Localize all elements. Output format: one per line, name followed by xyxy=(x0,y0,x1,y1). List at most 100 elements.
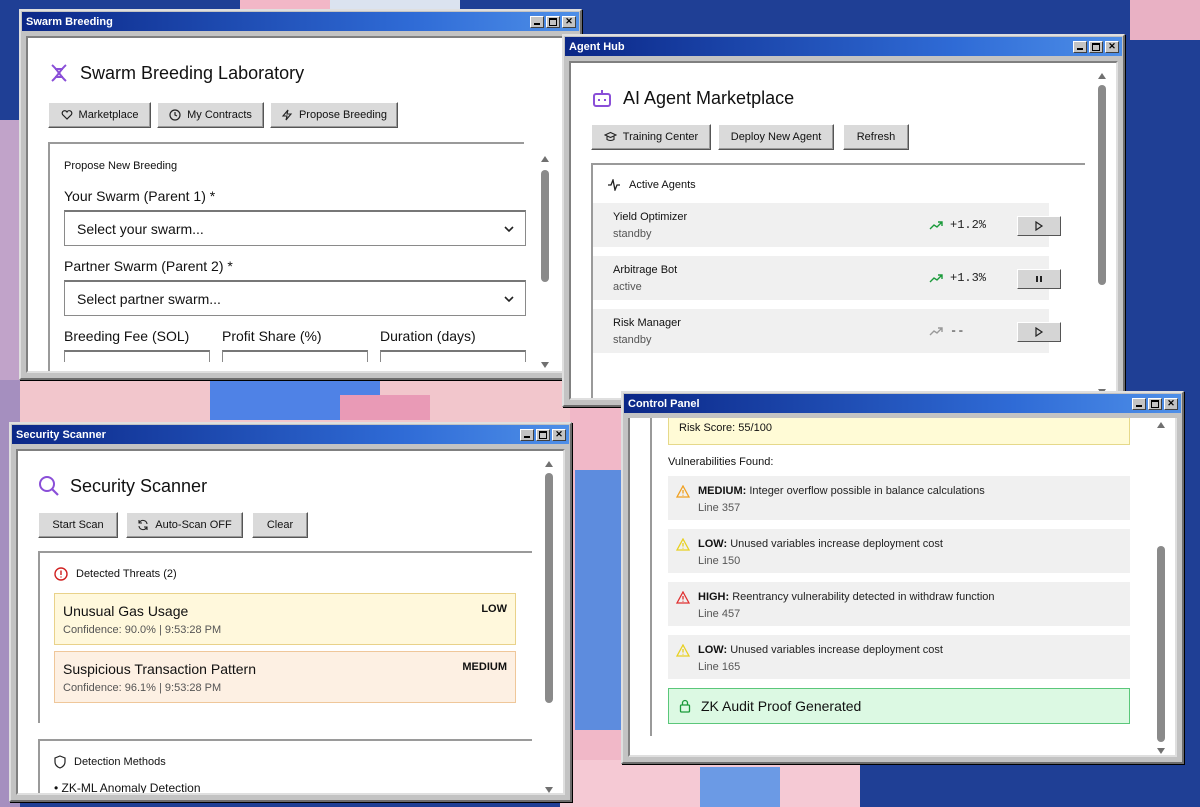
swarm-titlebar[interactable]: Swarm Breeding ✕ xyxy=(22,12,579,31)
maximize-button[interactable] xyxy=(546,15,560,28)
clear-label: Clear xyxy=(266,519,294,531)
desktop-bg-blue-3 xyxy=(700,767,780,807)
deploy-agent-button[interactable]: Deploy New Agent xyxy=(718,124,834,150)
close-button[interactable]: ✕ xyxy=(552,428,566,441)
scroll-up-icon[interactable] xyxy=(1098,73,1106,79)
threat-meta: Confidence: 90.0% | 9:53:28 PM xyxy=(63,624,222,636)
agent-performance: +1.2% xyxy=(929,218,986,232)
vuln-severity: HIGH: xyxy=(698,591,730,603)
security-scrollbar[interactable] xyxy=(541,457,557,793)
scroll-down-icon[interactable] xyxy=(541,362,549,368)
scroll-up-icon[interactable] xyxy=(541,156,549,162)
window-title: Security Scanner xyxy=(16,428,106,441)
swarm-breeding-window: Swarm Breeding ✕ Swarm Breeding Laborato… xyxy=(19,9,582,380)
parent2-select[interactable]: Select partner swarm... xyxy=(64,280,526,316)
vuln-line: Line 357 xyxy=(698,502,741,514)
pause-icon xyxy=(1036,276,1042,282)
robot-icon xyxy=(593,90,611,107)
scroll-thumb[interactable] xyxy=(545,473,553,703)
maximize-button[interactable] xyxy=(1089,40,1103,53)
close-button[interactable]: ✕ xyxy=(1105,40,1119,53)
start-scan-button[interactable]: Start Scan xyxy=(38,512,118,538)
play-button[interactable] xyxy=(1017,216,1061,236)
scroll-thumb[interactable] xyxy=(1098,85,1106,285)
trending-up-icon xyxy=(929,274,943,283)
agent-client: AI Agent Marketplace Training Center Dep… xyxy=(569,61,1118,400)
marketplace-button[interactable]: Marketplace xyxy=(48,102,151,128)
zk-proof-label: ZK Audit Proof Generated xyxy=(701,698,862,714)
agent-status: standby xyxy=(613,228,652,240)
auto-scan-button[interactable]: Auto-Scan OFF xyxy=(126,512,243,538)
pause-button[interactable] xyxy=(1017,269,1061,289)
scroll-up-icon[interactable] xyxy=(545,461,553,467)
vuln-description: Reentrancy vulnerability detected in wit… xyxy=(732,591,995,603)
alert-circle-icon xyxy=(54,567,68,581)
clear-button[interactable]: Clear xyxy=(252,512,308,538)
vuln-description: Integer overflow possible in balance cal… xyxy=(749,485,985,497)
start-scan-label: Start Scan xyxy=(52,519,104,531)
agent-status: active xyxy=(613,281,642,293)
app-header: Security Scanner xyxy=(38,475,207,497)
warning-icon xyxy=(676,538,690,551)
desktop-bg-blue-2 xyxy=(575,470,625,730)
risk-score: Risk Score: 55/100 xyxy=(679,422,772,434)
parent2-label: Partner Swarm (Parent 2) * xyxy=(64,258,233,274)
propose-breeding-label: Propose Breeding xyxy=(298,109,388,121)
play-button[interactable] xyxy=(1017,322,1061,342)
vuln-item[interactable]: LOW: Unused variables increase deploymen… xyxy=(668,529,1130,573)
swarm-scrollbar[interactable] xyxy=(537,152,553,371)
profit-share-input[interactable] xyxy=(222,350,368,362)
refresh-icon xyxy=(138,519,148,531)
breeding-fee-input[interactable] xyxy=(64,350,210,362)
deploy-agent-label: Deploy New Agent xyxy=(730,131,822,143)
parent1-select[interactable]: Select your swarm... xyxy=(64,210,526,246)
scroll-thumb[interactable] xyxy=(541,170,549,282)
my-contracts-button[interactable]: My Contracts xyxy=(157,102,264,128)
control-titlebar[interactable]: Control Panel ✕ xyxy=(624,394,1181,413)
threat-card[interactable]: Unusual Gas Usage Confidence: 90.0% | 9:… xyxy=(54,593,516,645)
vuln-item[interactable]: MEDIUM: Integer overflow possible in bal… xyxy=(668,476,1130,520)
vuln-item[interactable]: HIGH: Reentrancy vulnerability detected … xyxy=(668,582,1130,626)
window-title: Swarm Breeding xyxy=(26,15,113,28)
agent-titlebar[interactable]: Agent Hub ✕ xyxy=(565,37,1122,56)
risk-score-box: Risk Score: 55/100 xyxy=(668,418,1130,445)
close-button[interactable]: ✕ xyxy=(562,15,576,28)
threats-label: Detected Threats (2) xyxy=(76,568,177,580)
threat-meta: Confidence: 96.1% | 9:53:28 PM xyxy=(63,682,222,694)
propose-breeding-button[interactable]: Propose Breeding xyxy=(270,102,398,128)
lightning-icon xyxy=(281,109,293,121)
threat-name: Unusual Gas Usage xyxy=(63,603,189,619)
maximize-button[interactable] xyxy=(536,428,550,441)
agent-row: Risk Manager standby -- xyxy=(593,309,1061,353)
refresh-label: Refresh xyxy=(856,131,896,143)
close-button[interactable]: ✕ xyxy=(1164,397,1178,410)
shield-icon xyxy=(54,755,66,769)
control-scrollbar[interactable] xyxy=(1153,418,1169,755)
vuln-description: Unused variables increase deployment cos… xyxy=(730,538,943,550)
swarm-client: Swarm Breeding Laboratory Marketplace My… xyxy=(26,36,575,373)
scroll-down-icon[interactable] xyxy=(545,787,553,793)
maximize-button[interactable] xyxy=(1148,397,1162,410)
scroll-thumb[interactable] xyxy=(1157,546,1165,742)
vuln-description: Unused variables increase deployment cos… xyxy=(730,644,943,656)
minimize-button[interactable] xyxy=(520,428,534,441)
threats-title: Detected Threats (2) xyxy=(54,567,177,581)
threat-severity: MEDIUM xyxy=(462,661,507,673)
control-client: Risk Score: 55/100 Vulnerabilities Found… xyxy=(628,418,1177,757)
training-center-button[interactable]: Training Center xyxy=(591,124,711,150)
refresh-button[interactable]: Refresh xyxy=(843,124,909,150)
scroll-down-icon[interactable] xyxy=(1157,748,1165,754)
vuln-item[interactable]: LOW: Unused variables increase deploymen… xyxy=(668,635,1130,679)
page-title: AI Agent Marketplace xyxy=(623,87,795,108)
window-title: Agent Hub xyxy=(569,40,625,53)
agent-scrollbar[interactable] xyxy=(1094,69,1110,398)
minimize-button[interactable] xyxy=(530,15,544,28)
security-scanner-window: Security Scanner ✕ Security Scanner Star… xyxy=(9,422,572,802)
minimize-button[interactable] xyxy=(1132,397,1146,410)
scroll-up-icon[interactable] xyxy=(1157,422,1165,428)
threat-card[interactable]: Suspicious Transaction Pattern Confidenc… xyxy=(54,651,516,703)
security-titlebar[interactable]: Security Scanner ✕ xyxy=(12,425,569,444)
agent-hub-window: Agent Hub ✕ AI Agent Marketplace Trainin… xyxy=(562,34,1125,407)
duration-input[interactable] xyxy=(380,350,526,362)
minimize-button[interactable] xyxy=(1073,40,1087,53)
